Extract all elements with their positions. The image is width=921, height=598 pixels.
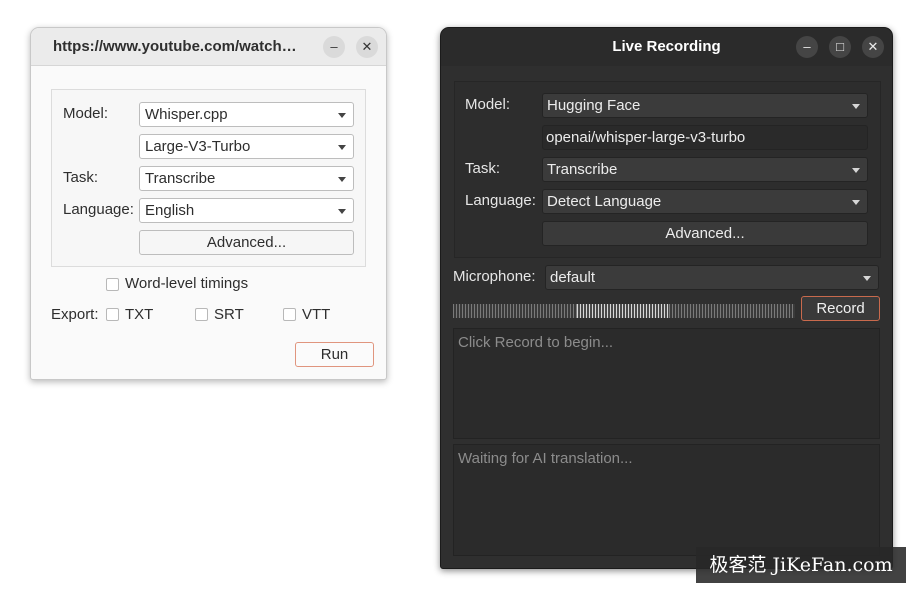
chevron-down-icon [338,209,346,214]
language-select[interactable]: English [139,198,354,223]
word-level-timings-checkbox[interactable] [106,278,119,291]
chevron-down-icon [863,276,871,281]
model-size-select[interactable]: Large-V3-Turbo [139,134,354,159]
microphone-select-value: default [550,269,596,286]
advanced-button[interactable]: Advanced... [542,221,868,246]
language-label: Language: [63,201,134,218]
watermark: 极客范 JiKeFan.com [696,547,906,583]
export-txt-label[interactable]: TXT [125,306,153,323]
titlebar[interactable]: https://www.youtube.com/watch… – ✕ [31,28,386,66]
chevron-down-icon [852,104,860,109]
chevron-down-icon [338,177,346,182]
model-size-select-value: Large-V3-Turbo [145,138,251,155]
task-select-value: Transcribe [547,161,618,178]
minimize-button[interactable]: – [796,36,818,58]
export-txt-checkbox[interactable] [106,308,119,321]
export-srt-checkbox[interactable] [195,308,208,321]
record-button[interactable]: Record [801,296,880,321]
microphone-select[interactable]: default [545,265,879,290]
export-srt-label[interactable]: SRT [214,306,244,323]
model-select-value: Hugging Face [547,97,641,114]
live-recording-window: Live Recording – □ ✕ Model: Hugging Face… [440,27,893,569]
chevron-down-icon [852,168,860,173]
export-vtt-label[interactable]: VTT [302,306,330,323]
transcript-placeholder: Click Record to begin... [458,334,614,351]
model-id-input[interactable]: openai/whisper-large-v3-turbo [542,125,868,150]
export-vtt-checkbox[interactable] [283,308,296,321]
language-select-value: English [145,202,195,219]
model-select[interactable]: Whisper.cpp [139,102,354,127]
language-select-value: Detect Language [547,193,662,210]
model-label: Model: [63,105,109,122]
advanced-button[interactable]: Advanced... [139,230,354,255]
word-level-timings-label[interactable]: Word-level timings [125,275,248,292]
maximize-button[interactable]: □ [829,36,851,58]
close-button[interactable]: ✕ [356,36,378,58]
audio-level-indicator [577,304,669,318]
settings-group: Model: Hugging Face openai/whisper-large… [454,81,881,258]
close-button[interactable]: ✕ [862,36,884,58]
model-select-value: Whisper.cpp [145,106,228,123]
minimize-button[interactable]: – [323,36,345,58]
model-select[interactable]: Hugging Face [542,93,868,118]
audio-level-meter [453,304,795,318]
task-select-value: Transcribe [145,170,216,187]
file-transcriber-window: https://www.youtube.com/watch… – ✕ Model… [30,27,387,380]
export-label: Export: [51,306,99,323]
task-label: Task: [63,169,99,186]
microphone-label: Microphone: [453,268,536,285]
translation-area[interactable]: Waiting for AI translation... [453,444,880,556]
language-select[interactable]: Detect Language [542,189,868,214]
language-label: Language: [465,192,536,209]
task-select[interactable]: Transcribe [139,166,354,191]
run-button[interactable]: Run [295,342,374,367]
transcript-area[interactable]: Click Record to begin... [453,328,880,439]
titlebar[interactable]: Live Recording – □ ✕ [441,28,892,66]
task-select[interactable]: Transcribe [542,157,868,182]
task-label: Task: [465,160,501,177]
chevron-down-icon [852,200,860,205]
window-title: https://www.youtube.com/watch… [53,38,297,55]
translation-placeholder: Waiting for AI translation... [458,450,633,467]
settings-group: Model: Whisper.cpp Large-V3-Turbo Task: … [51,89,366,267]
chevron-down-icon [338,145,346,150]
chevron-down-icon [338,113,346,118]
model-label: Model: [465,96,511,113]
window-title: Live Recording [612,38,721,55]
